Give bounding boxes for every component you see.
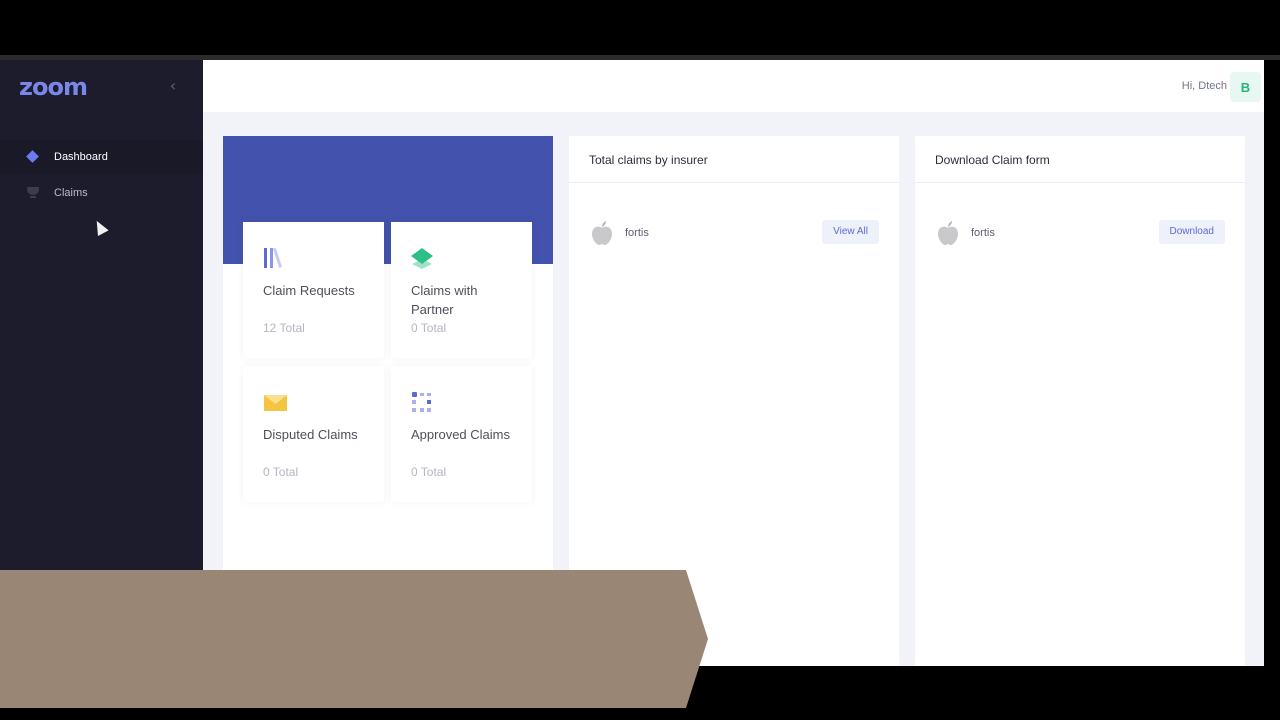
envelope-icon xyxy=(263,390,289,414)
stat-title: Approved Claims xyxy=(411,427,510,442)
stat-total: 0 Total xyxy=(411,321,447,335)
stat-total: 0 Total xyxy=(411,465,447,479)
stat-card-claim-requests[interactable]: Claim Requests 12 Total xyxy=(243,222,384,358)
chevron-left-icon[interactable]: ‹ xyxy=(164,76,182,96)
stat-title: Claims with Partner xyxy=(411,283,478,317)
sidebar-item-dashboard[interactable]: Dashboard xyxy=(0,140,203,174)
stat-card-approved-claims[interactable]: Approved Claims 0 Total xyxy=(391,366,532,502)
avatar[interactable]: B xyxy=(1230,72,1261,102)
grid-dots-icon xyxy=(411,390,437,414)
stats-panel: Claim Requests 12 Total Claims with Part… xyxy=(223,136,553,576)
mouse-cursor-icon xyxy=(91,218,109,236)
insurer-name: fortis xyxy=(625,227,649,239)
download-button[interactable]: Download xyxy=(1158,220,1225,244)
sidebar-item-claims[interactable]: Claims xyxy=(0,176,203,210)
list-item: fortis View All xyxy=(589,218,879,248)
panel-header: Total claims by insurer xyxy=(569,136,899,183)
panel-header: Download Claim form xyxy=(915,136,1245,183)
diamond-icon xyxy=(26,150,40,164)
stat-total: 0 Total xyxy=(263,465,299,479)
list-item: fortis Download xyxy=(935,218,1225,248)
stat-card-claims-with-partner[interactable]: Claims with Partner 0 Total xyxy=(391,222,532,358)
screen: { "brand": { "logo_text": "zoom", "accen… xyxy=(0,0,1280,720)
insurer-name: fortis xyxy=(971,227,995,239)
apple-icon xyxy=(935,220,961,246)
layers-icon xyxy=(411,246,437,270)
sidebar-nav: Dashboard Claims xyxy=(0,140,203,212)
stat-card-disputed-claims[interactable]: Disputed Claims 0 Total xyxy=(243,366,384,502)
user-greeting: Hi, Dtech xyxy=(1181,80,1227,92)
view-all-button[interactable]: View All xyxy=(822,220,879,244)
zoom-logo: zoom xyxy=(19,73,88,101)
sidebar-item-label: Dashboard xyxy=(54,151,108,163)
stat-title: Disputed Claims xyxy=(263,427,358,442)
stat-title: Claim Requests xyxy=(263,283,355,298)
stat-total: 12 Total xyxy=(263,321,305,335)
download-claim-form-panel: Download Claim form fortis Download xyxy=(915,136,1245,666)
trophy-icon xyxy=(26,186,40,200)
top-header: Hi, Dtech B xyxy=(203,60,1264,112)
books-icon xyxy=(263,246,289,270)
video-overlay-banner xyxy=(0,570,708,708)
panel-title: Download Claim form xyxy=(935,153,1050,167)
panel-title: Total claims by insurer xyxy=(589,153,708,167)
sidebar-item-label: Claims xyxy=(54,187,88,199)
apple-icon xyxy=(589,220,615,246)
